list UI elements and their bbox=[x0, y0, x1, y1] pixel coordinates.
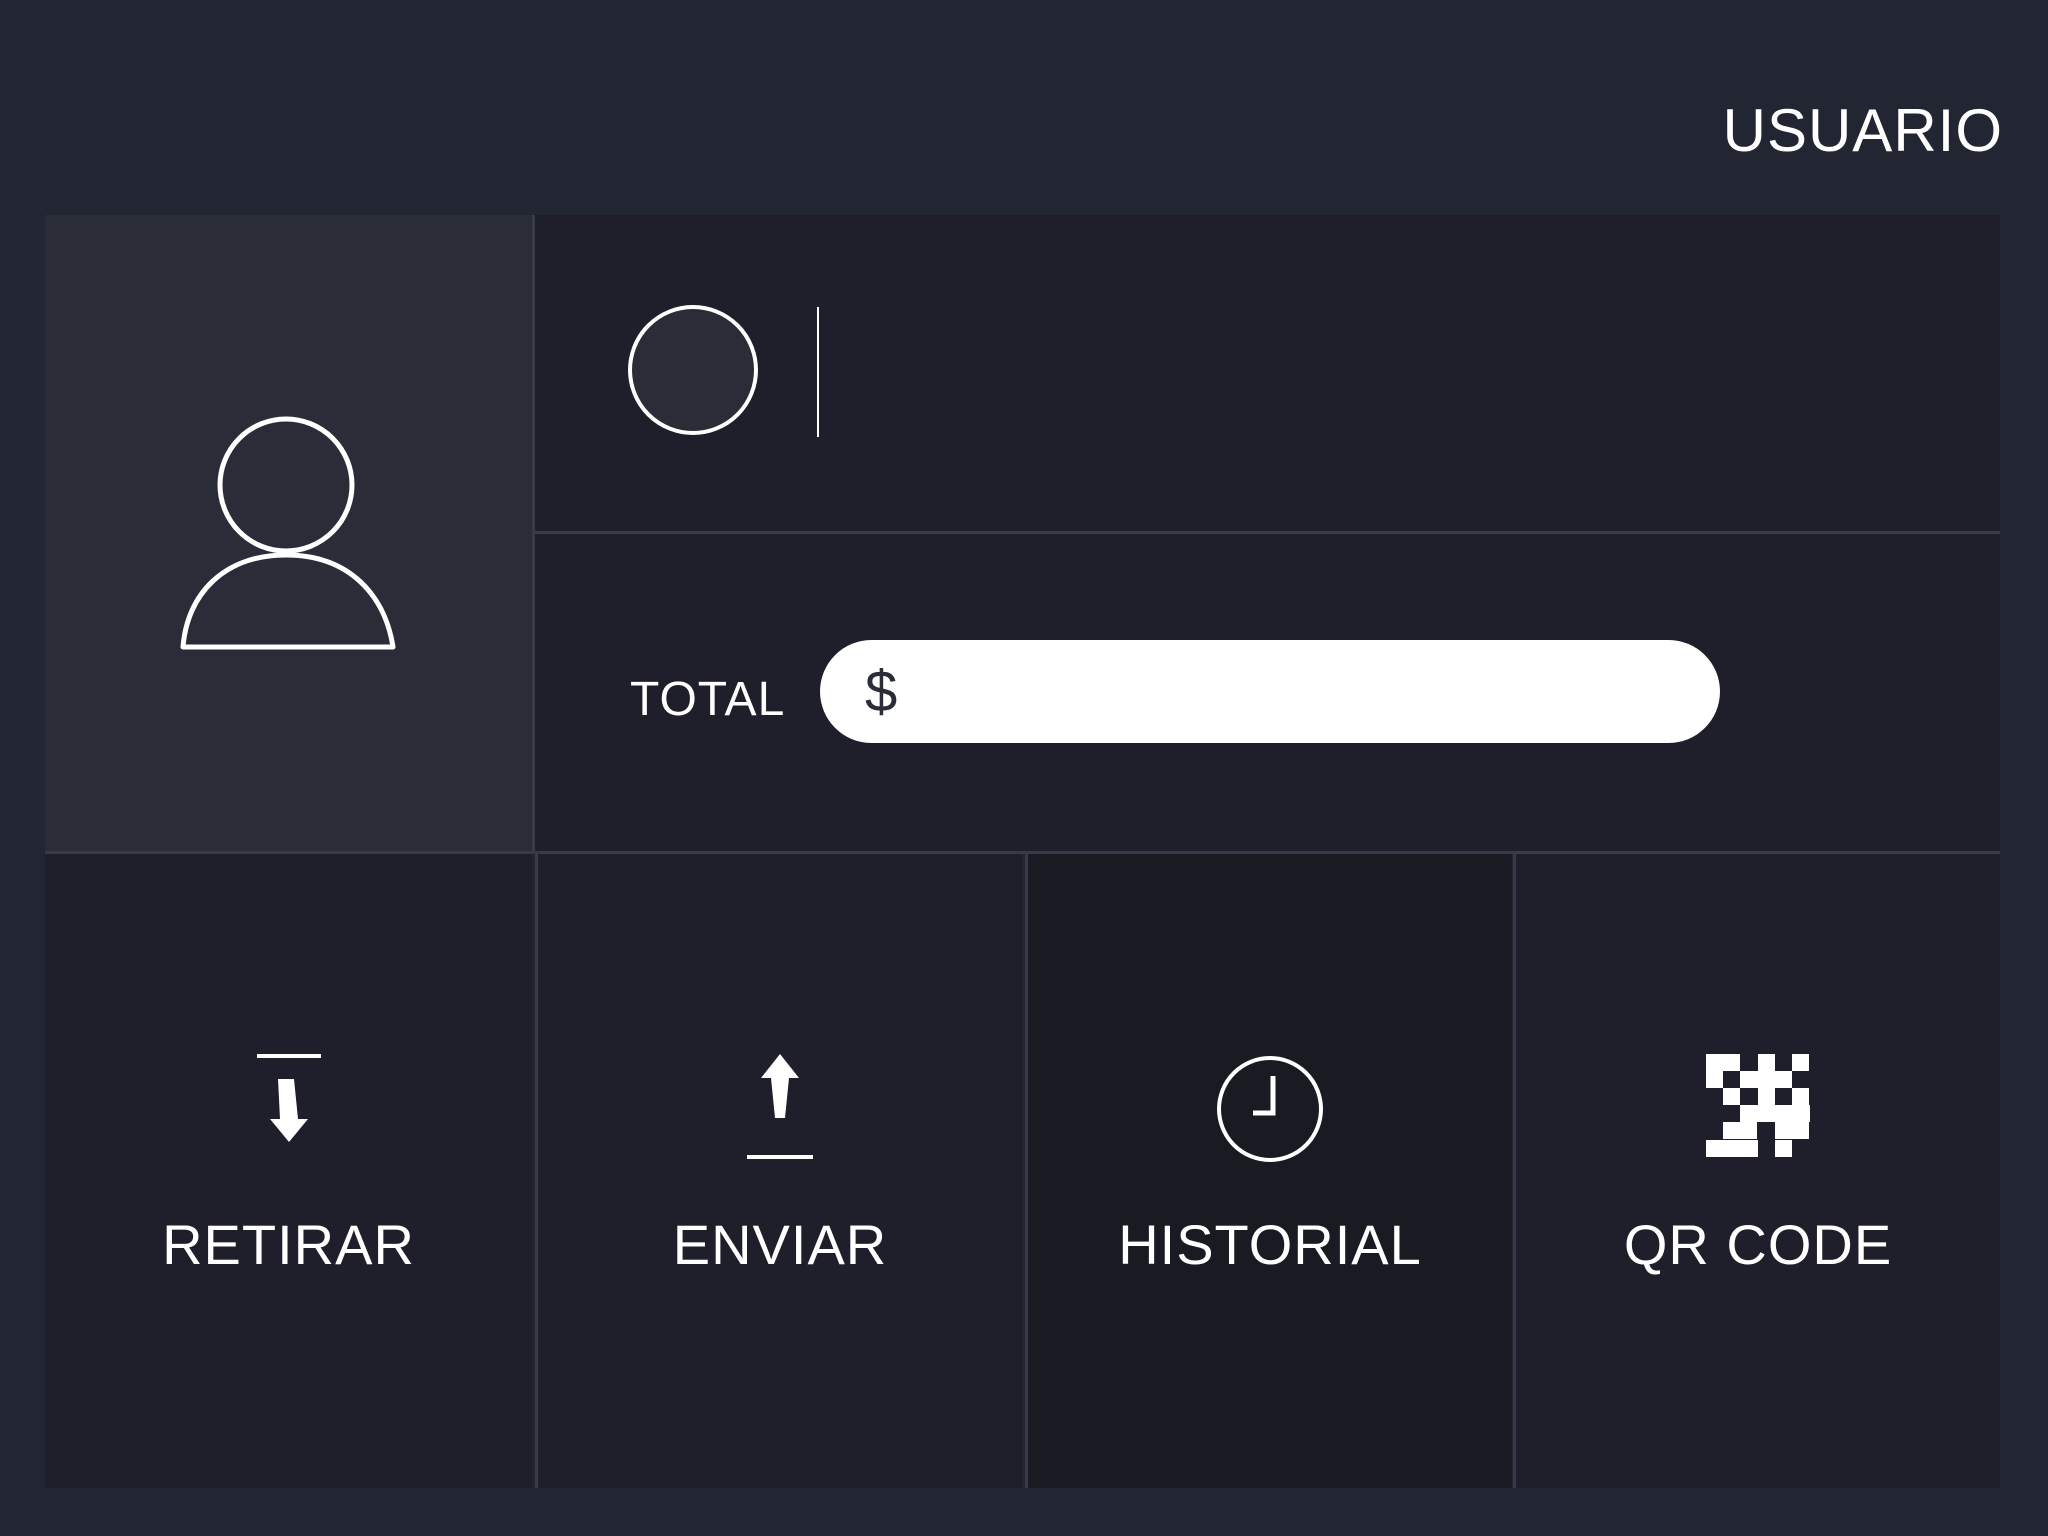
send-button[interactable]: ENVIAR bbox=[535, 854, 1022, 1488]
currency-symbol: $ bbox=[865, 659, 898, 724]
withdraw-icon bbox=[256, 1054, 321, 1142]
qr-code-icon bbox=[1706, 1054, 1810, 1157]
avatar-panel bbox=[45, 215, 532, 851]
total-panel: TOTAL $ bbox=[535, 534, 2000, 851]
total-amount-field[interactable]: $ bbox=[820, 640, 1720, 743]
user-icon bbox=[180, 416, 396, 650]
withdraw-button[interactable]: RETIRAR bbox=[45, 854, 532, 1488]
qr-code-label: QR CODE bbox=[1623, 1213, 1893, 1276]
history-button[interactable]: HISTORIAL bbox=[1025, 854, 1512, 1488]
account-panel bbox=[535, 215, 2000, 534]
withdraw-label: RETIRAR bbox=[162, 1213, 415, 1276]
send-icon bbox=[747, 1054, 813, 1159]
user-label[interactable]: USUARIO bbox=[1723, 96, 2003, 165]
clock-icon bbox=[1217, 1056, 1323, 1162]
qr-code-button[interactable]: QR CODE bbox=[1513, 854, 2000, 1488]
account-selector-dot[interactable] bbox=[628, 305, 758, 435]
text-cursor bbox=[817, 307, 819, 437]
history-label: HISTORIAL bbox=[1118, 1213, 1422, 1276]
send-label: ENVIAR bbox=[672, 1213, 888, 1276]
total-label: TOTAL bbox=[630, 673, 786, 726]
wallet-screen: USUARIO TOTAL $ RETIRAR ENVIAR HISTORIAL… bbox=[0, 0, 2048, 1536]
